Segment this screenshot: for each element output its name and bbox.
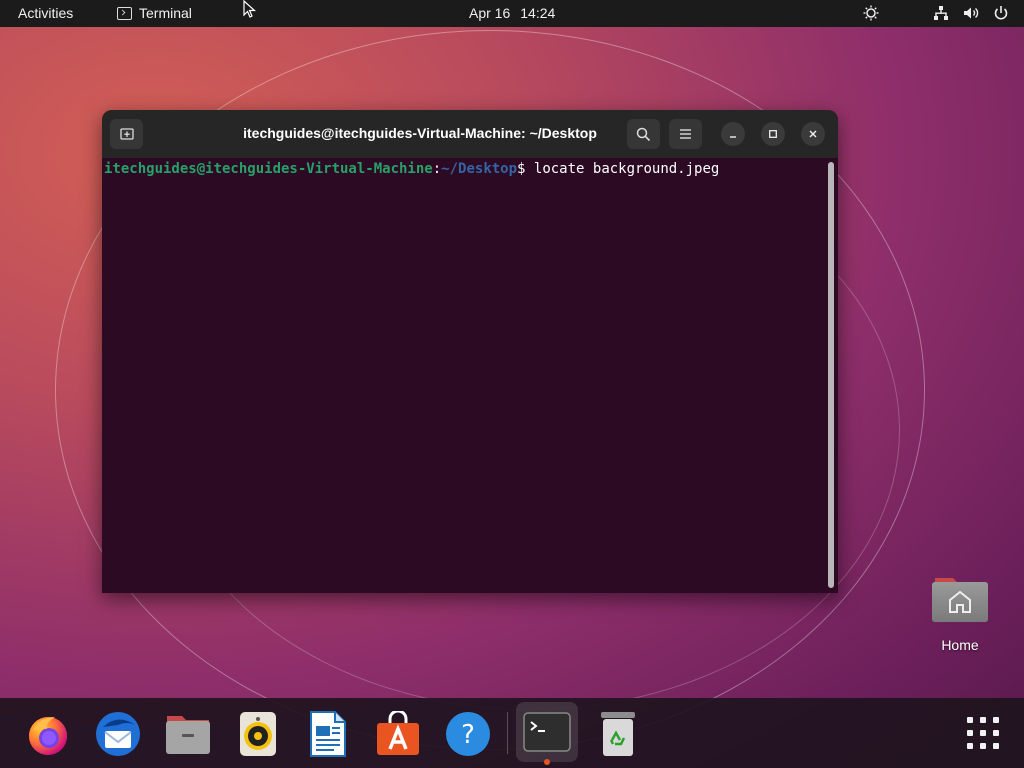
prompt-separator: : <box>432 161 442 177</box>
maximize-icon <box>769 130 777 138</box>
dock-trash[interactable] <box>592 708 644 760</box>
search-icon <box>636 127 651 141</box>
rhythmbox-icon <box>240 712 276 756</box>
thunderbird-icon <box>96 712 140 756</box>
trash-icon <box>601 712 635 756</box>
volume-icon[interactable] <box>962 4 980 22</box>
menu-button[interactable] <box>669 119 702 149</box>
dock-separator <box>507 712 508 754</box>
new-tab-icon <box>119 128 134 140</box>
window-titlebar[interactable]: itechguides@itechguides-Virtual-Machine:… <box>102 110 838 158</box>
clock[interactable]: Apr 16 14:24 <box>469 5 555 21</box>
close-icon <box>809 130 817 138</box>
app-menu[interactable]: Terminal <box>117 5 192 21</box>
show-applications-button[interactable] <box>960 710 1006 756</box>
home-label: Home <box>941 637 979 653</box>
terminal-app-icon <box>117 6 132 20</box>
dock-writer[interactable] <box>302 708 354 760</box>
new-tab-button[interactable] <box>110 119 143 149</box>
mouse-cursor-icon <box>243 0 257 18</box>
help-icon: ? <box>446 712 490 756</box>
clock-date: Apr 16 <box>469 5 511 21</box>
clock-time: 14:24 <box>520 5 556 21</box>
running-indicator <box>544 759 550 765</box>
close-button[interactable] <box>801 122 825 146</box>
prompt-path: ~/Desktop <box>441 161 518 177</box>
top-bar: Activities Terminal Apr 16 14:24 <box>0 0 1024 27</box>
search-button[interactable] <box>627 119 660 149</box>
dock: ? <box>0 698 1024 768</box>
dock-thunderbird[interactable] <box>92 708 144 760</box>
dock-software[interactable] <box>372 708 424 760</box>
system-tray[interactable] <box>862 4 1010 22</box>
home-folder-icon <box>932 578 988 622</box>
software-store-icon <box>377 711 419 755</box>
files-icon <box>166 716 210 754</box>
prompt-symbol: $ <box>517 161 534 177</box>
firefox-icon <box>29 717 67 755</box>
power-icon[interactable] <box>992 4 1010 22</box>
svg-text:?: ? <box>461 720 475 750</box>
app-menu-label: Terminal <box>139 5 192 21</box>
dock-terminal[interactable] <box>516 702 578 765</box>
desktop-home-icon[interactable]: Home <box>925 570 995 653</box>
terminal-window[interactable]: itechguides@itechguides-Virtual-Machine:… <box>102 110 838 593</box>
window-title: itechguides@itechguides-Virtual-Machine:… <box>243 125 597 141</box>
maximize-button[interactable] <box>761 122 785 146</box>
terminal-icon <box>523 712 571 752</box>
dock-firefox[interactable] <box>22 708 74 760</box>
minimize-icon <box>730 136 736 138</box>
network-icon[interactable] <box>932 4 950 22</box>
command-text: locate background.jpeg <box>533 161 720 177</box>
writer-icon <box>310 711 346 757</box>
dock-files[interactable] <box>162 708 214 760</box>
minimize-button[interactable] <box>721 122 745 146</box>
menu-icon <box>680 129 691 139</box>
dock-help[interactable]: ? <box>442 708 494 760</box>
terminal-output[interactable]: itechguides@itechguides-Virtual-Machine:… <box>102 158 838 593</box>
activities-button[interactable]: Activities <box>18 5 73 21</box>
prompt-user: itechguides@itechguides-Virtual-Machine <box>104 161 433 177</box>
terminal-scrollbar[interactable] <box>828 162 834 588</box>
dock-rhythmbox[interactable] <box>232 708 284 760</box>
brightness-icon[interactable] <box>862 4 880 22</box>
